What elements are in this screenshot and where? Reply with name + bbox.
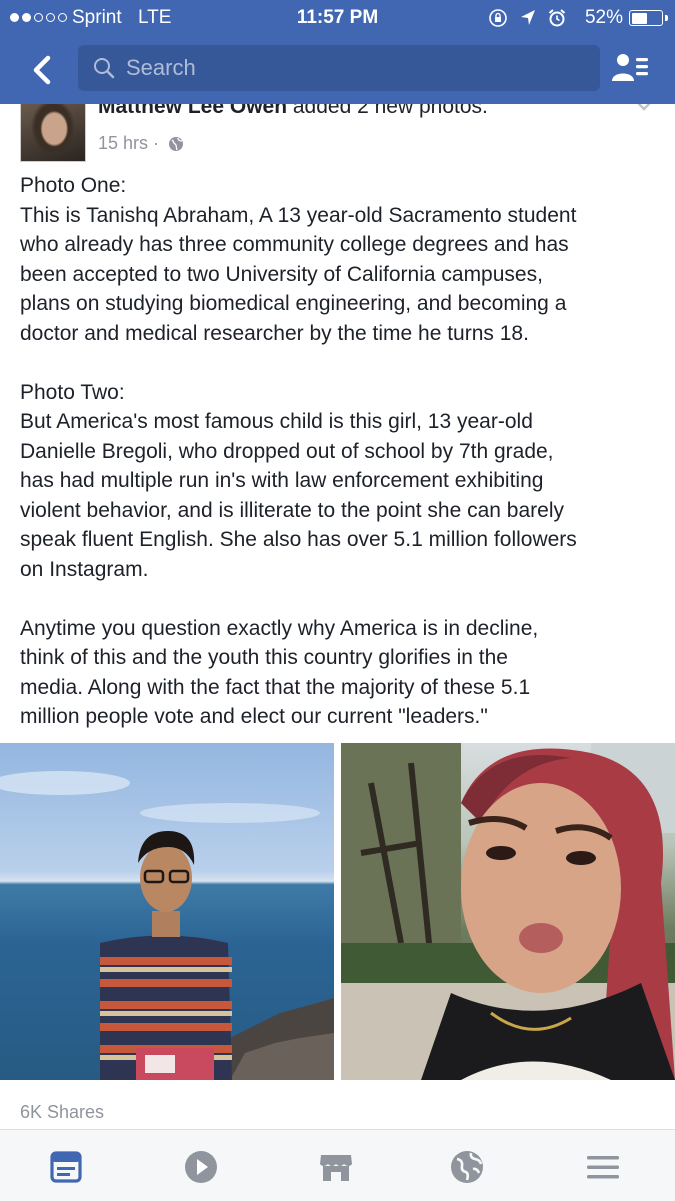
post-text-line: who already has three community college … <box>20 233 569 256</box>
post-timestamp[interactable]: 15 hrs · <box>98 132 184 154</box>
tab-news-feed[interactable] <box>46 1147 86 1187</box>
post-text-line: on Instagram. <box>20 557 149 581</box>
back-button[interactable] <box>18 44 62 96</box>
battery-icon <box>629 10 663 26</box>
news-feed-icon <box>50 1151 82 1183</box>
post-paragraph: Photo One: This is Tanishq Abraham, A 13 … <box>20 171 660 348</box>
post-text-line: has had multiple run in's with law enfor… <box>20 469 544 492</box>
time-separator: · <box>153 133 160 153</box>
post-text: Photo One: This is Tanishq Abraham, A 13 … <box>20 171 660 732</box>
tab-marketplace[interactable] <box>316 1147 356 1187</box>
photo-boy-by-sea <box>0 771 334 1080</box>
top-header: Sprint LTE 11:57 PM 52% Search <box>0 0 675 104</box>
post-action: added 2 new photos. <box>292 104 488 118</box>
post-text-line: speak fluent English. She also has over … <box>20 528 577 551</box>
post-header: Matthew Lee Owen added 2 new photos. 15 … <box>0 104 675 166</box>
status-time: 11:57 PM <box>296 7 379 28</box>
bottom-tab-bar <box>0 1129 675 1201</box>
public-globe-icon <box>169 137 184 151</box>
post-text-line: plans on studying biomedical engineering… <box>20 292 567 315</box>
search-input[interactable]: Search <box>78 45 600 91</box>
post-text-line: million people vote and elect our curren… <box>20 705 488 728</box>
location-arrow-icon <box>520 10 535 25</box>
post-paragraph: Anytime you question exactly why America… <box>20 614 660 732</box>
post-text-line: Photo One: <box>20 174 127 197</box>
globe-notifications-icon <box>451 1151 483 1183</box>
post-photo-1[interactable] <box>0 743 334 1080</box>
battery-percentage: 52% <box>584 7 623 28</box>
battery-level-fill <box>631 12 647 24</box>
rotation-lock-icon <box>489 9 507 27</box>
post-paragraph: Photo Two: But America's most famous chil… <box>20 378 660 585</box>
search-placeholder: Search <box>126 55 196 80</box>
post-text-line: This is Tanishq Abraham, A 13 year-old S… <box>20 203 577 227</box>
marketplace-icon <box>320 1155 352 1181</box>
post-text-line: doctor and medical researcher by the tim… <box>20 321 529 345</box>
search-row: Search <box>0 36 675 104</box>
tab-notifications[interactable] <box>447 1147 487 1187</box>
video-play-icon <box>185 1151 217 1183</box>
post-text-line: violent behavior, and is illiterate to t… <box>20 498 565 522</box>
contacts-icon <box>612 54 648 81</box>
share-count[interactable]: 6K Shares <box>20 1100 104 1124</box>
author-name[interactable]: Matthew Lee Owen <box>98 104 287 118</box>
photo-girl-selfie <box>341 743 675 1080</box>
post-options-chevron-icon[interactable] <box>633 104 655 114</box>
author-avatar[interactable] <box>20 104 86 162</box>
post-text-line: Anytime you question exactly why America… <box>20 616 539 640</box>
chevron-left-icon <box>33 55 51 85</box>
battery-tip <box>665 15 668 21</box>
post-photo-2[interactable] <box>341 743 675 1080</box>
time-ago: 15 hrs <box>98 133 149 153</box>
post-text-line: Danielle Bregoli, who dropped out of sch… <box>20 439 554 463</box>
status-bar: Sprint LTE 11:57 PM 52% <box>0 0 675 36</box>
post-text-line: been accepted to two University of Calif… <box>20 262 543 286</box>
tab-video[interactable] <box>181 1147 221 1187</box>
search-icon <box>94 58 115 79</box>
tab-menu[interactable] <box>583 1147 623 1187</box>
friends-list-button[interactable] <box>608 44 658 94</box>
post-author-line: Matthew Lee Owen added 2 new photos. <box>98 104 488 120</box>
alarm-clock-icon <box>548 9 566 27</box>
post-text-line: But America's most famous child is this … <box>20 410 533 433</box>
menu-icon <box>587 1156 619 1179</box>
post-text-line: think of this and the youth this country… <box>20 646 508 669</box>
post-text-line: media. Along with the fact that the majo… <box>20 675 531 699</box>
post-text-line: Photo Two: <box>20 380 125 404</box>
